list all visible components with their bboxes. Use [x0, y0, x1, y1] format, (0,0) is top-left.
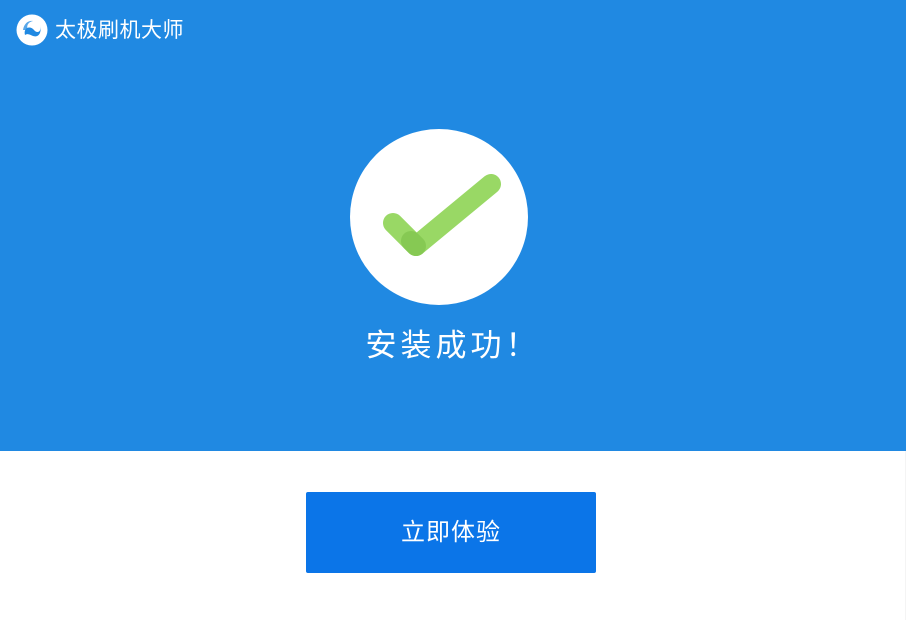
checkmark-icon: [383, 174, 501, 256]
try-now-button[interactable]: 立即体验: [306, 492, 596, 573]
app-brand: 太极刷机大师: [16, 13, 184, 47]
success-banner: 太极刷机大师 安装成功！: [0, 0, 906, 451]
taiji-logo-icon: [16, 14, 48, 46]
success-badge: [350, 129, 528, 305]
app-name: 太极刷机大师: [55, 18, 184, 42]
install-success-message: 安装成功！: [365, 328, 541, 364]
installer-window: 太极刷机大师 安装成功！ 立即体验: [0, 0, 906, 620]
